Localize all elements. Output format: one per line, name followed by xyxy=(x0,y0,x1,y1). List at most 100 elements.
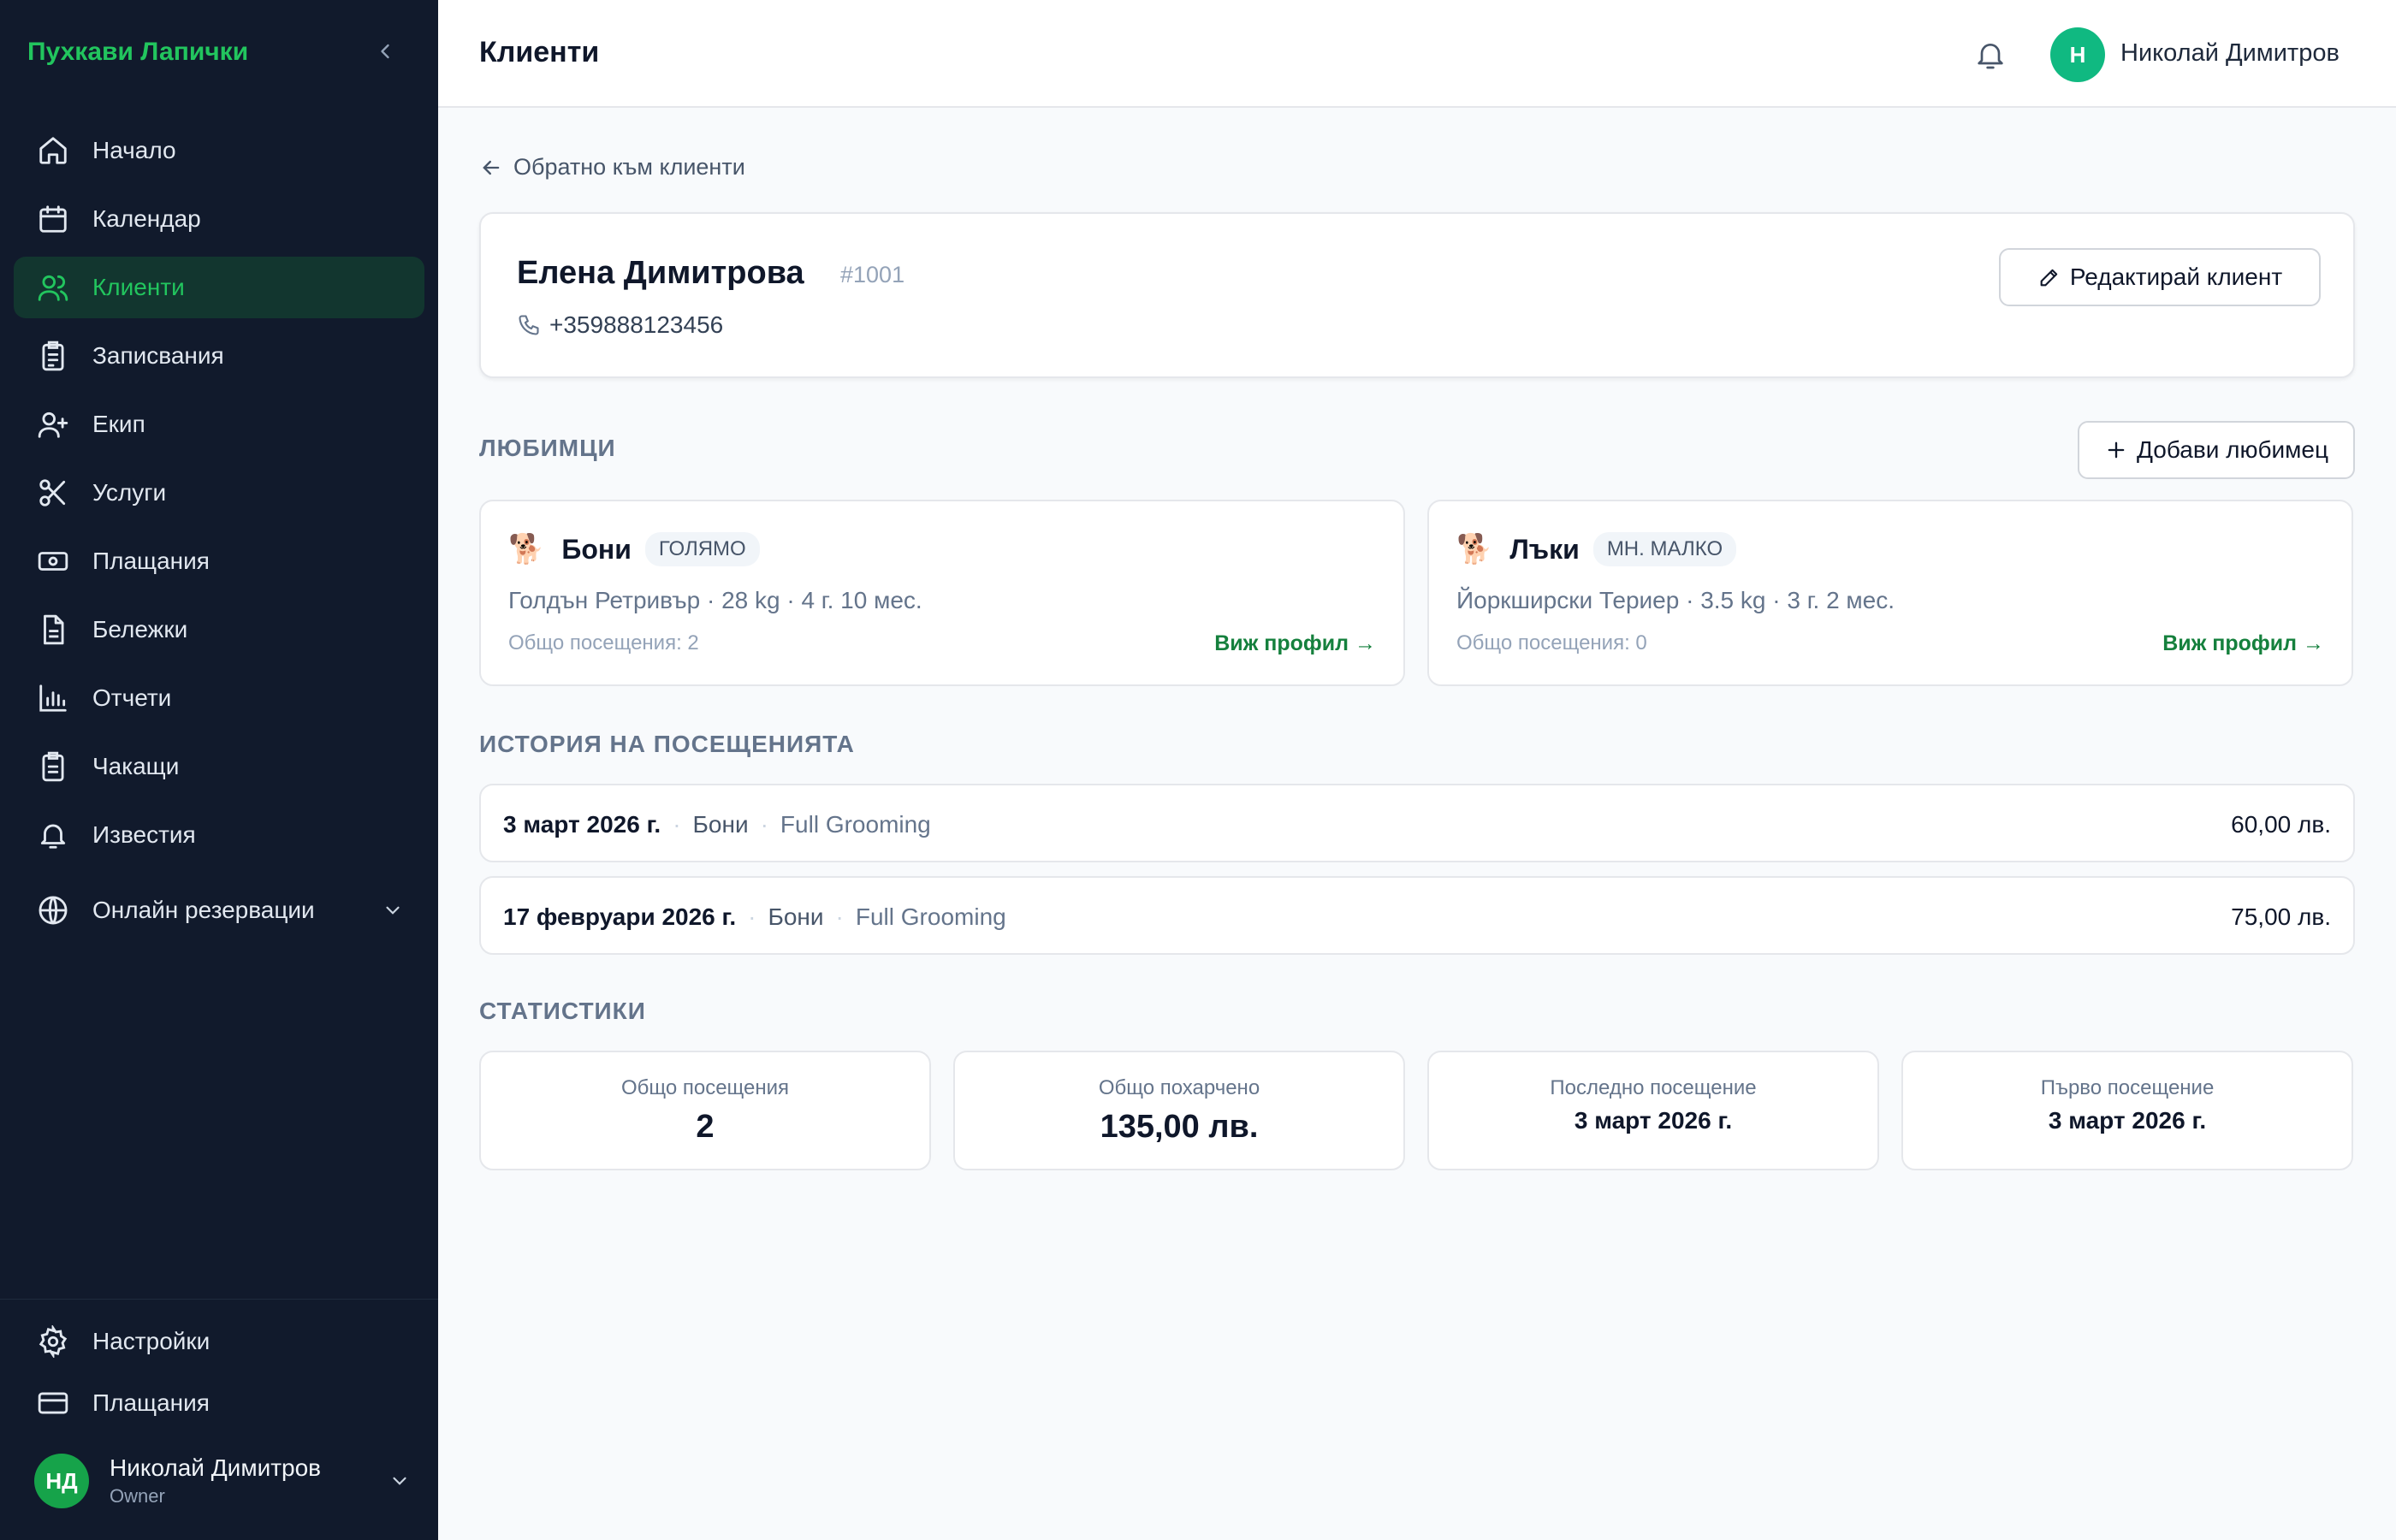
sidebar-item-bookings[interactable]: Записвания xyxy=(14,325,424,387)
sidebar-item-payments[interactable]: Плащания xyxy=(14,530,424,592)
sidebar-user-name: Николай Димитров xyxy=(110,1454,322,1481)
sidebar-item-label: Записвания xyxy=(92,342,224,369)
brand-name[interactable]: Пухкави Лапички xyxy=(27,38,248,67)
sidebar-item-label: Плащания xyxy=(92,548,210,574)
edit-client-label: Редактирай клиент xyxy=(2069,264,2283,290)
sidebar-item-label: Отчети xyxy=(92,684,172,711)
visit-date: 17 февруари 2026 г. xyxy=(503,903,737,930)
stat-card-total-visits: Общо посещения 2 xyxy=(479,1051,931,1170)
sidebar-divider xyxy=(0,1299,438,1300)
pets-section-title: ЛЮБИМЦИ xyxy=(479,435,616,461)
visit-pet: Бони xyxy=(768,903,824,930)
sidebar-item-label: Бележки xyxy=(92,616,188,643)
credit-card-icon xyxy=(36,1386,70,1420)
visit-row[interactable]: 3 март 2026 г. · Бони · Full Grooming 60… xyxy=(479,784,2355,862)
chevron-down-icon xyxy=(388,1470,411,1492)
pet-name: Лъки xyxy=(1509,533,1580,565)
pet-info: Йоркширски Териер · 3.5 kg · 3 г. 2 мес. xyxy=(1456,587,1895,613)
separator-dot: · xyxy=(835,903,844,930)
view-pet-profile-link[interactable]: Виж профил → xyxy=(1214,631,1376,656)
pet-card[interactable]: 🐕 Лъки МН. МАЛКО Йоркширски Териер · 3.5… xyxy=(1427,500,2353,686)
sidebar-item-team[interactable]: Екип xyxy=(14,394,424,455)
edit-client-button[interactable]: Редактирай клиент xyxy=(1999,248,2321,306)
cash-icon xyxy=(36,544,70,578)
sidebar-item-label: Екип xyxy=(92,411,145,437)
sidebar-item-label: Известия xyxy=(92,821,196,848)
home-icon xyxy=(36,133,70,168)
visit-row[interactable]: 17 февруари 2026 г. · Бони · Full Groomi… xyxy=(479,876,2355,955)
sidebar-item-label: Плащания xyxy=(92,1389,210,1416)
plus-icon xyxy=(2104,438,2128,462)
pet-visits: Общо посещения: 2 xyxy=(508,631,699,654)
sidebar-item-label: Клиенти xyxy=(92,274,185,300)
sidebar-item-label: Начало xyxy=(92,137,176,163)
sidebar-item-billing[interactable]: Плащания xyxy=(14,1376,424,1430)
pet-size-badge: МН. МАЛКО xyxy=(1592,532,1737,566)
sidebar-nav: Начало Календар Клиенти Записвания Екип xyxy=(14,120,424,948)
pet-card[interactable]: 🐕 Бони ГОЛЯМО Голдън Ретривър · 28 kg · … xyxy=(479,500,1405,686)
back-link-label: Обратно към клиенти xyxy=(513,154,745,180)
stat-card-first-visit: Първо посещение 3 март 2026 г. xyxy=(1901,1051,2353,1170)
stat-value: 2 xyxy=(696,1109,715,1145)
globe-icon xyxy=(36,893,70,927)
stat-label: Общо посещения xyxy=(620,1076,790,1099)
sidebar-item-label: Онлайн резервации xyxy=(92,897,315,923)
collapse-sidebar-icon[interactable] xyxy=(373,39,397,63)
sidebar-item-reports[interactable]: Отчети xyxy=(14,667,424,729)
dog-icon: 🐕 xyxy=(508,533,545,566)
sidebar-item-label: Настройки xyxy=(92,1328,211,1354)
pet-info: Голдън Ретривър · 28 kg · 4 г. 10 мес. xyxy=(508,587,922,613)
add-pet-button[interactable]: Добави любимец xyxy=(2078,421,2355,479)
client-card: Елена Димитрова #1001 +359888123456 Реда… xyxy=(479,212,2355,378)
back-to-clients-link[interactable]: Обратно към клиенти xyxy=(479,154,745,181)
sidebar-item-clients[interactable]: Клиенти xyxy=(14,257,424,318)
sidebar-item-home[interactable]: Начало xyxy=(14,120,424,181)
view-pet-profile-link[interactable]: Виж профил → xyxy=(2162,631,2324,656)
visit-service: Full Grooming xyxy=(780,811,931,838)
users-icon xyxy=(36,270,70,305)
sidebar-item-services[interactable]: Услуги xyxy=(14,462,424,524)
pet-visits: Общо посещения: 0 xyxy=(1456,631,1647,654)
phone-icon xyxy=(517,313,541,337)
sidebar-item-calendar[interactable]: Календар xyxy=(14,188,424,250)
document-icon xyxy=(36,613,70,647)
sidebar: Пухкави Лапички Начало Календар Клиенти xyxy=(0,0,438,1540)
separator-dot: · xyxy=(748,903,756,930)
stat-value: 3 март 2026 г. xyxy=(2048,1107,2207,1134)
sidebar-item-waiting[interactable]: Чакащи xyxy=(14,736,424,797)
sidebar-item-notifications[interactable]: Известия xyxy=(14,804,424,866)
top-user-name[interactable]: Николай Димитров xyxy=(2120,39,2340,68)
stats-section-title: СТАТИСТИКИ xyxy=(479,998,646,1024)
notifications-bell-icon[interactable] xyxy=(1973,38,2008,72)
stat-value: 135,00 лв. xyxy=(1100,1109,1259,1145)
top-bar: Клиенти Н Николай Димитров xyxy=(438,0,2396,108)
sidebar-user-menu[interactable]: НД Николай Димитров Owner xyxy=(34,1453,411,1509)
avatar[interactable]: Н xyxy=(2050,27,2105,82)
sidebar-item-settings[interactable]: Настройки xyxy=(14,1314,424,1369)
sidebar-item-online-bookings[interactable]: Онлайн резервации xyxy=(14,880,424,941)
stat-value: 3 март 2026 г. xyxy=(1574,1107,1733,1134)
sidebar-item-notes[interactable]: Бележки xyxy=(14,599,424,660)
bell-icon xyxy=(36,818,70,852)
pet-size-badge: ГОЛЯМО xyxy=(644,532,760,566)
scissors-icon xyxy=(36,476,70,510)
stat-label: Първо посещение xyxy=(2040,1076,2215,1099)
chevron-down-icon xyxy=(382,899,404,921)
stat-label: Общо похарчено xyxy=(1098,1076,1260,1099)
visit-date: 3 март 2026 г. xyxy=(503,811,661,838)
arrow-left-icon xyxy=(479,156,503,180)
clipboard-icon xyxy=(36,339,70,373)
client-name: Елена Димитрова xyxy=(517,255,804,291)
dog-icon: 🐕 xyxy=(1456,533,1493,566)
visit-pet: Бони xyxy=(692,811,749,838)
stat-card-total-spent: Общо похарчено 135,00 лв. xyxy=(953,1051,1405,1170)
history-section-title: ИСТОРИЯ НА ПОСЕЩЕНИЯТА xyxy=(479,731,855,757)
pencil-icon xyxy=(2037,265,2061,289)
separator-dot: · xyxy=(760,811,768,838)
gear-icon xyxy=(36,1324,70,1359)
client-phone: +359888123456 xyxy=(517,311,723,339)
page-title: Клиенти xyxy=(479,36,600,68)
sidebar-item-label: Чакащи xyxy=(92,753,180,779)
stat-card-last-visit: Последно посещение 3 март 2026 г. xyxy=(1427,1051,1879,1170)
add-pet-label: Добави любимец xyxy=(2137,436,2328,463)
